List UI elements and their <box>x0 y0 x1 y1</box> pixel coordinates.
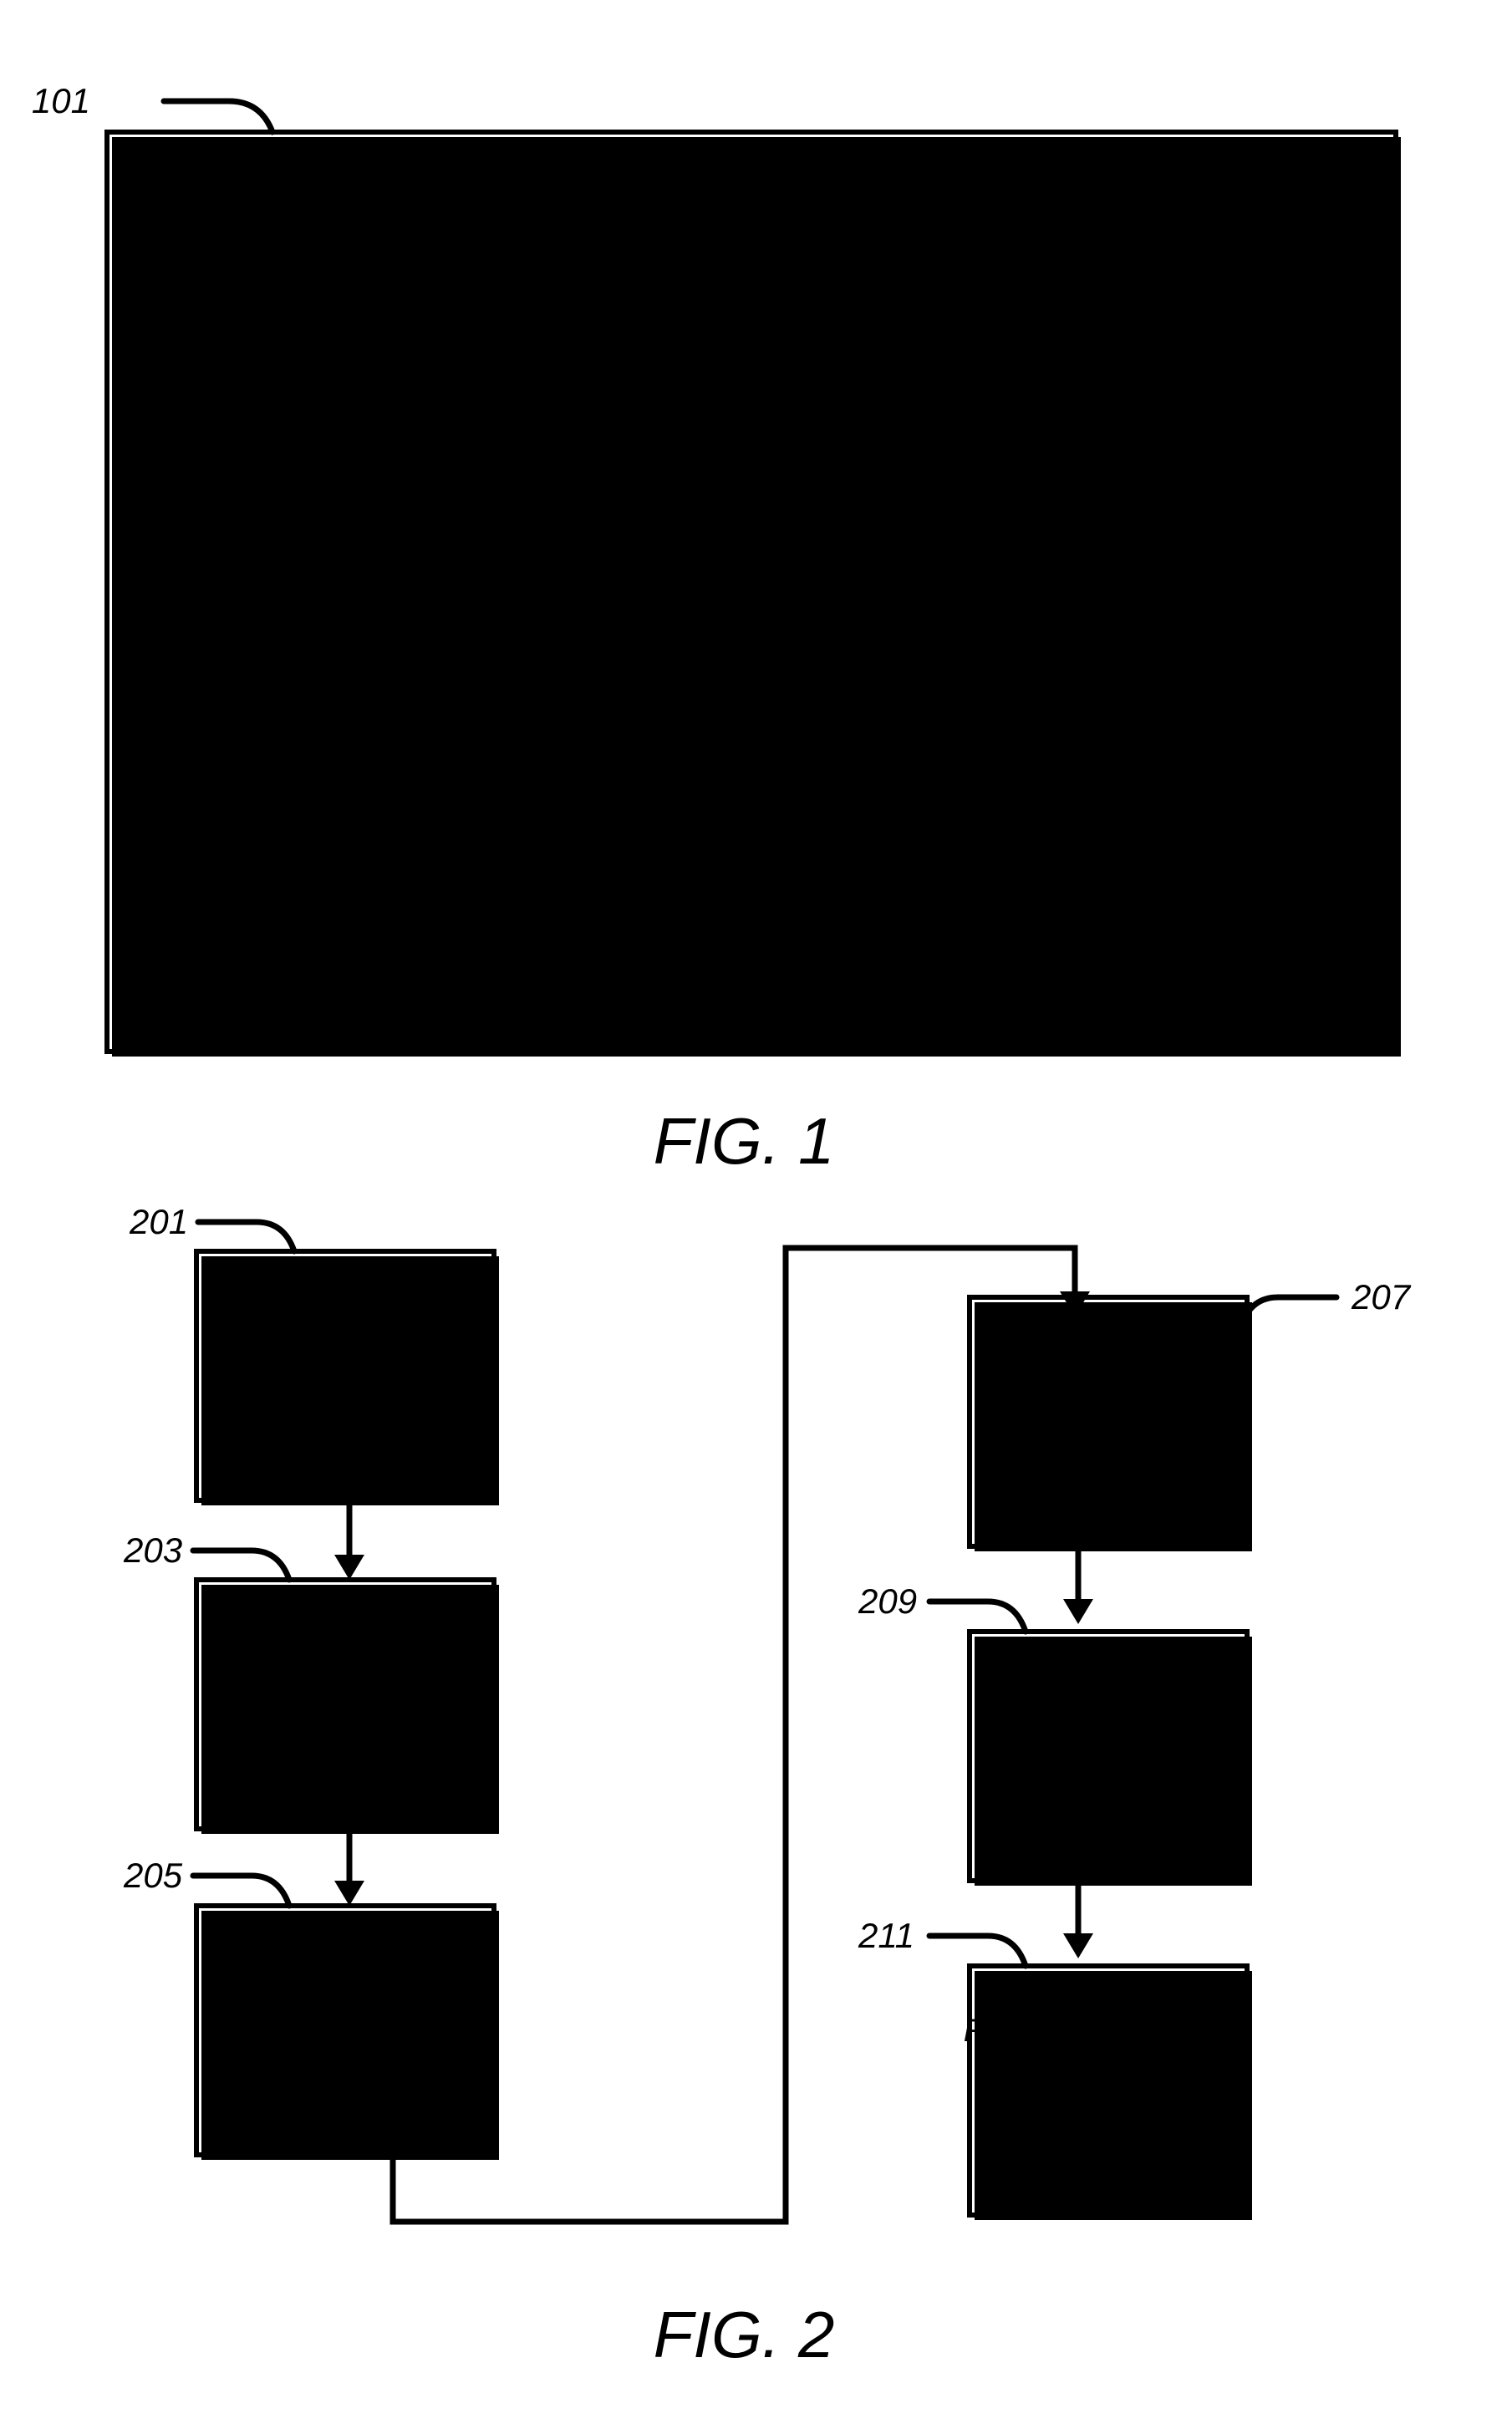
modify-data-structure-line-1: MODIFY DATA <box>237 1926 448 1961</box>
data-structure-line-1: DATA <box>425 750 504 785</box>
figure-1-caption: FIG. 1 <box>654 1104 835 1178</box>
leader-line-205 <box>190 1872 293 1909</box>
figure-canvas: 101 COMPUTER SYSTEM 103 APPLICATION PROG… <box>32 81 1412 2371</box>
write-index-line-2: MEMORY USING <box>217 1658 468 1693</box>
write-index-line-1: WRITE INDEX IN <box>218 1614 467 1649</box>
reclaim-memory-line-3: BY <box>1085 1403 1129 1438</box>
ref-numeral-105: 105 <box>781 191 840 231</box>
remove-entries-line-2: IN INDEX TO <box>1011 2056 1200 2091</box>
arrow-201-to-203 <box>334 1505 364 1580</box>
leader-line-201 <box>195 1219 298 1255</box>
modify-data-structure-label: MODIFY DATA STRUCTURE RENDERING OBJECT(S… <box>227 1926 466 2131</box>
ref-numeral-111: 111 <box>816 605 869 644</box>
modify-data-structure-line-5: UNREACHABLE <box>227 2096 466 2131</box>
garbage-collector-line-1: GARBAGE <box>902 327 1060 362</box>
figure-2: 201 WRITE OBJECTS IN MEMORY 203 WRITE IN… <box>123 1202 1412 2371</box>
read-reference-queue-line-3: RECLAMATION <box>992 1764 1219 1799</box>
ref-numeral-203: 203 <box>123 1530 182 1570</box>
figure-2-caption: FIG. 2 <box>654 2298 835 2371</box>
modify-data-structure-line-4: OBJECT(S) <box>258 2054 426 2089</box>
reclaim-memory-line-4: UNREACHABLE <box>986 1445 1225 1480</box>
write-objects-line-1: WRITE OBJECTS <box>214 1337 471 1372</box>
garbage-collector-line-2: COLLECTOR <box>888 374 1082 409</box>
leader-line-211 <box>926 1933 1029 1969</box>
ref-numeral-205: 205 <box>123 1856 183 1895</box>
ref-numeral-107: 107 <box>177 504 237 543</box>
read-reference-queue-line-1: READ <box>1061 1678 1150 1714</box>
arrow-209-to-211 <box>1063 1886 1093 1958</box>
remove-entries-line-4: OBJECT(S) <box>1026 2141 1194 2177</box>
application-program-line-2: PROGRAM <box>374 374 539 409</box>
ref-numeral-207: 207 <box>1351 1277 1412 1316</box>
modify-data-structure-line-3: RENDERING <box>247 2011 438 2046</box>
ref-numeral-211: 211 <box>858 1916 914 1955</box>
write-objects-line-2: IN MEMORY <box>256 1380 440 1415</box>
read-reference-queue-line-2: REFERENCE <box>1008 1721 1204 1756</box>
patent-figure-page: 101 COMPUTER SYSTEM 103 APPLICATION PROG… <box>0 0 1512 2429</box>
read-reference-queue-line-4: QUEUE <box>1053 1806 1167 1841</box>
data-structure-box <box>280 654 660 929</box>
arrow-207-to-209 <box>1063 1551 1093 1624</box>
index-label: INDEX <box>949 774 1047 809</box>
write-objects-box <box>194 1249 499 1505</box>
remove-entries-line-3: UNREACHABLE <box>986 2099 1225 2134</box>
modify-data-structure-line-2: STRUCTURE <box>245 1968 441 2004</box>
ref-numeral-101: 101 <box>32 81 90 120</box>
ref-numeral-109: 109 <box>237 605 295 644</box>
leader-line-203 <box>190 1547 293 1583</box>
garbage-collector-box <box>793 240 1179 491</box>
reclaim-memory-line-5: OBJECT(S) <box>1026 1488 1194 1523</box>
remove-entries-box <box>967 1963 1252 2220</box>
data-structure-line-2: STRUCTURE <box>371 797 568 832</box>
leader-line-101 <box>160 98 276 135</box>
ref-numeral-103: 103 <box>169 191 227 231</box>
figure-1: 101 COMPUTER SYSTEM 103 APPLICATION PROG… <box>32 81 1401 1178</box>
ref-numeral-201: 201 <box>129 1202 188 1241</box>
computer-readable-memory-title: COMPUTER-READABLE MEMORY <box>483 578 998 613</box>
reclaim-memory-line-2: MEMORY USED <box>986 1360 1224 1395</box>
reclaim-memory-line-1: RECLAIM <box>1035 1317 1176 1352</box>
remove-entries-line-1: REMOVE ENTRIES <box>964 2014 1248 2049</box>
arrow-203-to-205 <box>334 1834 364 1906</box>
application-program-box <box>265 240 650 491</box>
ref-numeral-209: 209 <box>858 1581 917 1621</box>
write-index-line-3: WEAK <box>296 1701 391 1736</box>
read-reference-queue-box <box>967 1629 1252 1886</box>
write-index-line-4: REFERENCES <box>238 1744 456 1780</box>
leader-line-209 <box>926 1598 1029 1635</box>
application-program-line-1: APPLICATION <box>346 327 556 362</box>
computer-system-title: COMPUTER SYSTEM <box>591 145 913 180</box>
